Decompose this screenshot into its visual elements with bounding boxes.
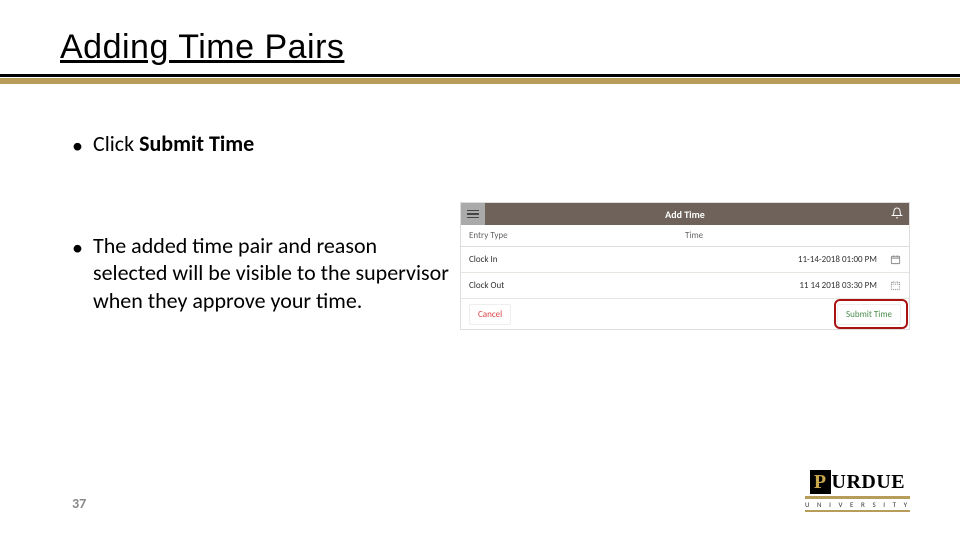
logo-p: P (810, 470, 831, 494)
bullet-dot: • (72, 132, 83, 160)
logo-rule (805, 496, 910, 499)
bell-icon[interactable] (891, 207, 903, 219)
app-screenshot: Add Time Entry Type Time Clock In 11-14-… (460, 202, 910, 330)
header-entry-type: Entry Type (469, 230, 685, 241)
logo-rest: URDUE (832, 471, 906, 493)
clock-out-row[interactable]: Clock Out 11 14 2018 03:30 PM (461, 273, 909, 299)
header-time: Time (685, 230, 901, 241)
logo-wordmark: PURDUE (805, 471, 910, 494)
title-block: Adding Time Pairs (60, 28, 900, 67)
bullet-1-bold: Submit Time (139, 130, 254, 157)
logo-rule (805, 510, 910, 512)
bullet-1-text: Click Submit Time (93, 130, 254, 158)
cancel-button[interactable]: Cancel (469, 304, 511, 325)
gold-accent-rule (0, 78, 960, 84)
slide-title: Adding Time Pairs (60, 28, 900, 67)
bullet-1-prefix: Click (93, 130, 139, 157)
calendar-icon[interactable] (883, 254, 901, 265)
submit-time-button[interactable]: Submit Time (837, 304, 901, 325)
action-row: Cancel Submit Time (461, 299, 909, 329)
title-underline (0, 74, 960, 77)
app-header-row: Entry Type Time (461, 225, 909, 247)
bullet-1: • Click Submit Time (72, 130, 920, 160)
logo-subtitle: U N I V E R S I T Y (805, 500, 910, 509)
clock-out-value: 11 14 2018 03:30 PM (743, 280, 883, 291)
calendar-icon[interactable] (883, 280, 901, 291)
page-number: 37 (72, 495, 86, 512)
clock-in-label: Clock In (469, 254, 743, 265)
app-title: Add Time (665, 208, 705, 221)
purdue-logo: PURDUE U N I V E R S I T Y (805, 471, 910, 512)
hamburger-icon[interactable] (461, 203, 485, 225)
clock-out-label: Clock Out (469, 280, 743, 291)
app-titlebar: Add Time (461, 203, 909, 225)
bullet-2-text: The added time pair and reason selected … (93, 232, 453, 315)
bullet-dot: • (72, 234, 83, 262)
clock-in-value: 11-14-2018 01:00 PM (743, 254, 883, 265)
slide: Adding Time Pairs • Click Submit Time • … (0, 0, 960, 540)
clock-in-row[interactable]: Clock In 11-14-2018 01:00 PM (461, 247, 909, 273)
